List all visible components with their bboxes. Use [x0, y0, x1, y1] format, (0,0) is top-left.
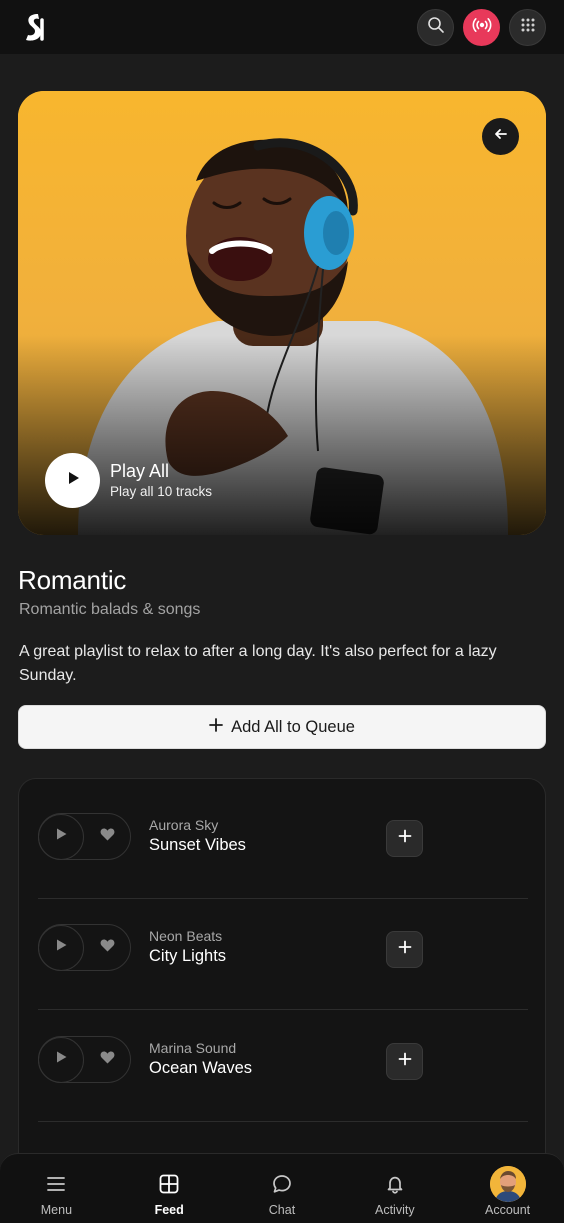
play-icon — [54, 938, 68, 957]
nav-label: Account — [484, 1203, 531, 1217]
nav-item-activity[interactable]: Activity — [345, 1154, 445, 1223]
s-logo-icon[interactable] — [18, 11, 50, 43]
track-name: City Lights — [149, 947, 227, 965]
live-broadcast-button[interactable] — [463, 8, 500, 46]
nav-label: Activity — [374, 1203, 415, 1217]
play-all-button[interactable] — [45, 453, 100, 508]
track-play-button[interactable] — [38, 1036, 84, 1083]
app-root: Play All Play all 10 tracks Romantic Rom… — [0, 0, 564, 1223]
top-bar — [0, 0, 564, 54]
track-like-button[interactable] — [84, 814, 130, 860]
track-controls — [38, 1036, 131, 1083]
add-all-to-queue-button[interactable]: Add All to Queue — [18, 705, 546, 749]
track-row: Neon Beats City Lights — [38, 899, 528, 1010]
play-icon — [65, 470, 81, 491]
track-controls — [38, 813, 131, 860]
grid-square-icon — [151, 1166, 187, 1202]
play-icon — [54, 1050, 68, 1069]
nav-item-account[interactable]: Account — [458, 1154, 558, 1223]
track-artist: Aurora Sky — [149, 817, 219, 833]
add-to-queue-button[interactable] — [386, 931, 423, 968]
track-play-button[interactable] — [38, 924, 84, 971]
playlist-cover-card: Play All Play all 10 tracks — [18, 91, 546, 535]
nav-item-feed[interactable]: Feed — [119, 1154, 219, 1223]
add-to-queue-button[interactable] — [386, 1043, 423, 1080]
track-play-button[interactable] — [38, 813, 84, 860]
track-name: Ocean Waves — [149, 1059, 253, 1077]
plus-icon — [209, 717, 223, 737]
play-all-group[interactable]: Play All Play all 10 tracks — [45, 453, 212, 508]
track-like-button[interactable] — [84, 925, 130, 971]
play-icon — [54, 827, 68, 846]
track-controls — [38, 924, 131, 971]
heart-icon — [100, 939, 115, 957]
track-row: Aurora Sky Sunset Vibes — [38, 788, 528, 899]
play-all-title: Play All — [110, 461, 170, 481]
nav-label: Menu — [40, 1203, 73, 1217]
track-artist: Marina Sound — [149, 1040, 237, 1056]
heart-icon — [100, 828, 115, 846]
avatar — [489, 1166, 526, 1202]
apps-grid-button[interactable] — [509, 8, 546, 46]
playlist-title: Romantic — [18, 565, 127, 595]
add-to-queue-button[interactable] — [386, 820, 423, 857]
nav-label: Chat — [268, 1203, 296, 1217]
play-all-text: Play All Play all 10 tracks — [110, 460, 212, 501]
nav-label: Feed — [154, 1203, 184, 1217]
play-all-subtitle: Play all 10 tracks — [110, 484, 213, 499]
track-artist: Neon Beats — [149, 928, 223, 944]
arrow-left-icon — [493, 126, 509, 147]
search-button[interactable] — [417, 8, 454, 46]
plus-icon — [398, 829, 412, 848]
playlist-description: A great playlist to relax to after a lon… — [19, 643, 497, 684]
track-name: Sunset Vibes — [149, 836, 246, 854]
plus-icon — [398, 940, 412, 959]
top-actions — [417, 8, 546, 46]
queue-button-label: Add All to Queue — [231, 717, 355, 736]
menu-icon — [38, 1166, 74, 1202]
search-icon — [427, 16, 445, 39]
plus-icon — [398, 1052, 412, 1071]
heart-icon — [100, 1051, 115, 1069]
bell-icon — [377, 1166, 413, 1202]
nav-item-chat[interactable]: Chat — [232, 1154, 332, 1223]
track-like-button[interactable] — [84, 1037, 130, 1083]
track-row: Marina Sound Ocean Waves — [38, 1011, 528, 1122]
back-button[interactable] — [482, 118, 519, 155]
grid-icon — [520, 17, 536, 38]
bottom-nav: Menu Feed Chat Activity Account — [0, 1153, 564, 1223]
playlist-subtitle: Romantic balads & songs — [19, 601, 201, 618]
chat-bubble-icon — [264, 1166, 300, 1202]
broadcast-icon — [471, 14, 493, 41]
nav-item-menu[interactable]: Menu — [6, 1154, 106, 1223]
